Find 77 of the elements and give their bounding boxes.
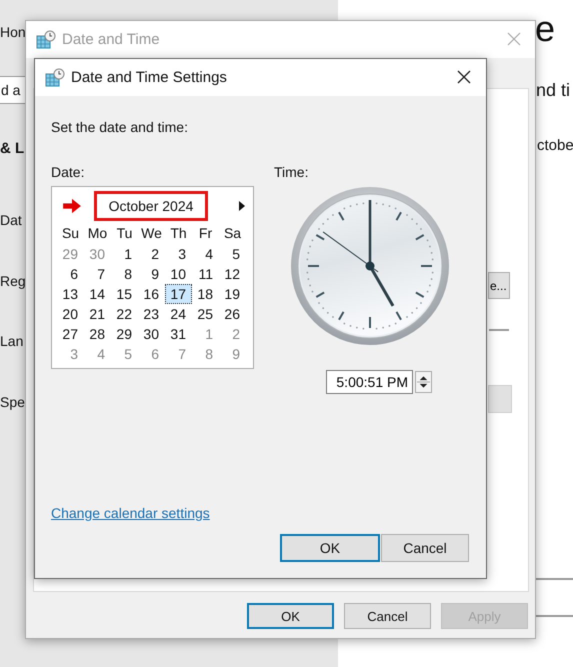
- calendar-day[interactable]: 31: [165, 324, 192, 344]
- calendar-day[interactable]: 14: [84, 284, 111, 304]
- weekday-label: Su: [60, 225, 80, 243]
- next-month-icon[interactable]: [239, 201, 245, 211]
- calendar-day[interactable]: 20: [57, 304, 84, 324]
- section-heading: nd ti: [536, 80, 570, 101]
- dialog-button[interactable]: OK: [280, 534, 380, 562]
- calendar-day[interactable]: 22: [111, 304, 138, 324]
- calendar-day[interactable]: 27: [57, 324, 84, 344]
- close-icon[interactable]: [457, 70, 471, 84]
- calendar-day[interactable]: 4: [192, 244, 219, 264]
- calendar-day[interactable]: 29: [111, 324, 138, 344]
- calendar-settings-link[interactable]: Change calendar settings: [51, 505, 210, 521]
- weekday-label: Tu: [116, 225, 134, 243]
- dialog-button[interactable]: Cancel: [381, 534, 469, 562]
- calendar-day[interactable]: 13: [57, 284, 84, 304]
- calendar-day[interactable]: 3: [57, 344, 84, 364]
- arrow-icon[interactable]: [62, 198, 82, 214]
- calendar-day[interactable]: 6: [138, 344, 165, 364]
- instruction-text: Set the date and time:: [51, 119, 189, 135]
- calendar-clock-icon: [45, 68, 65, 88]
- calendar-day[interactable]: 4: [84, 344, 111, 364]
- calendar-day[interactable]: 1: [192, 324, 219, 344]
- weekday-label: Th: [169, 225, 188, 243]
- calendar-day[interactable]: 12: [219, 264, 246, 284]
- calendar-day[interactable]: 10: [165, 264, 192, 284]
- calendar-day[interactable]: 30: [138, 324, 165, 344]
- calendar-day[interactable]: 18: [192, 284, 219, 304]
- weekday-label: Fr: [198, 225, 214, 243]
- calendar-day[interactable]: 3: [165, 244, 192, 264]
- calendar-day[interactable]: 7: [165, 344, 192, 364]
- nav-item[interactable]: Lan: [0, 333, 24, 349]
- calendar-day[interactable]: 5: [219, 244, 246, 264]
- calendar-day[interactable]: 2: [219, 324, 246, 344]
- time-label: Time:: [274, 164, 310, 180]
- month-title[interactable]: October 2024: [94, 191, 208, 221]
- nav-item[interactable]: Hon: [0, 24, 26, 40]
- weekday-label: Mo: [86, 225, 108, 243]
- calendar-day[interactable]: 19: [219, 284, 246, 304]
- calendar-day[interactable]: 16: [138, 284, 165, 304]
- calendar-day[interactable]: 6: [57, 264, 84, 284]
- calendar-day[interactable]: 26: [219, 304, 246, 324]
- calendar-day[interactable]: 17: [165, 284, 192, 304]
- nav-item[interactable]: Dat: [0, 212, 22, 228]
- weekday-label: Sa: [222, 225, 242, 243]
- time-field[interactable]: 5:00:51 PM: [326, 370, 413, 394]
- weekday-label: We: [140, 225, 163, 243]
- calendar-day[interactable]: 2: [138, 244, 165, 264]
- calendar-day[interactable]: 28: [84, 324, 111, 344]
- change-button[interactable]: e...: [488, 272, 510, 299]
- calendar-day[interactable]: 9: [219, 344, 246, 364]
- calendar-day[interactable]: 8: [192, 344, 219, 364]
- calendar-clock-icon: [36, 30, 56, 50]
- section-title: & L: [0, 140, 24, 157]
- calendar-day[interactable]: 1: [111, 244, 138, 264]
- nav-item[interactable]: Spe: [0, 394, 25, 410]
- calendar-day[interactable]: 23: [138, 304, 165, 324]
- calendar-day[interactable]: 30: [84, 244, 111, 264]
- time-spinner[interactable]: [415, 371, 432, 393]
- calendar-day[interactable]: 9: [138, 264, 165, 284]
- date-text: ctobe: [537, 137, 573, 154]
- calendar-day[interactable]: 25: [192, 304, 219, 324]
- calendar-day[interactable]: 21: [84, 304, 111, 324]
- calendar-day[interactable]: 7: [84, 264, 111, 284]
- dialog-title: Date and Time Settings: [71, 69, 227, 86]
- calendar-day[interactable]: 11: [192, 264, 219, 284]
- calendar-day[interactable]: 8: [111, 264, 138, 284]
- dialog-button[interactable]: OK: [247, 603, 334, 629]
- window-title: Date and Time: [62, 31, 160, 48]
- date-label: Date:: [51, 164, 86, 180]
- dialog-button[interactable]: Cancel: [344, 603, 431, 629]
- page-heading: e: [535, 8, 556, 50]
- calendar-day[interactable]: 5: [111, 344, 138, 364]
- nav-item[interactable]: Reg: [0, 273, 26, 289]
- calendar-day[interactable]: 29: [57, 244, 84, 264]
- calendar-day[interactable]: 24: [165, 304, 192, 324]
- calendar-day[interactable]: 15: [111, 284, 138, 304]
